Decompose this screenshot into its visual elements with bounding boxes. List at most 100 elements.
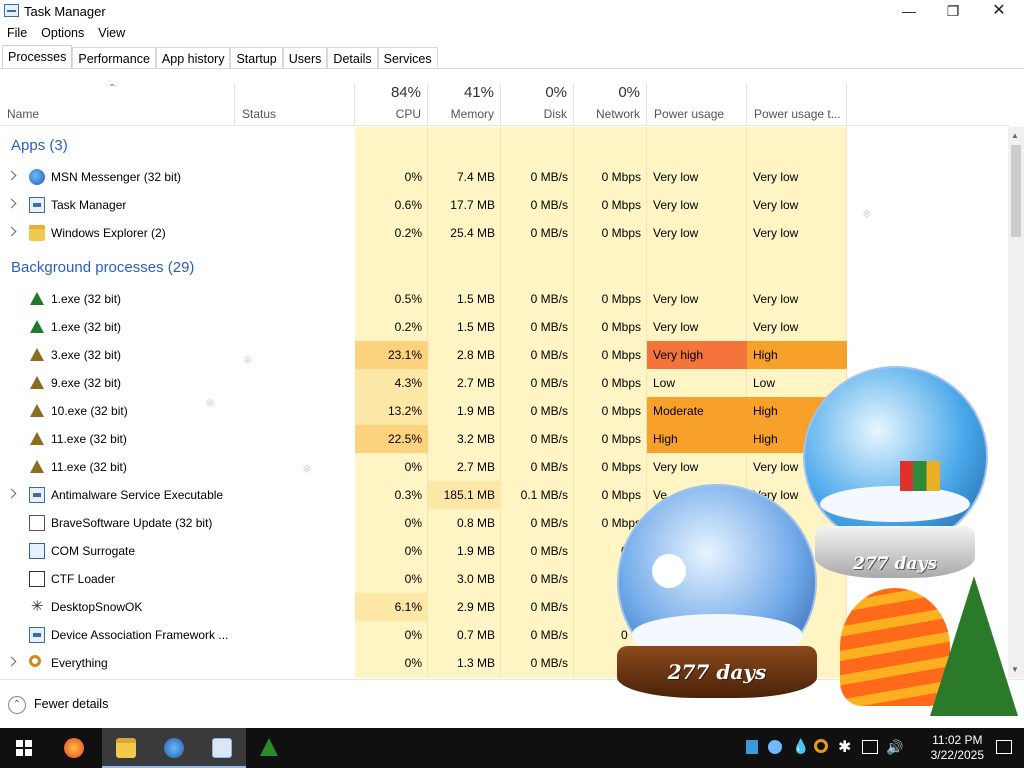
globe-snow-ground	[820, 486, 970, 522]
menu-bar: File Options View	[0, 24, 132, 42]
search-tray-icon[interactable]	[814, 739, 828, 753]
task-manager-window: Task Manager — ❐ ✕ File Options View Pro…	[0, 0, 1024, 742]
disk-value: 0 MB/s	[530, 376, 568, 390]
drop-icon[interactable]: 💧	[792, 738, 809, 755]
power-value: Very low	[653, 460, 699, 474]
process-name: 11.exe (32 bit)	[51, 432, 127, 446]
close-button[interactable]: ✕	[976, 0, 1022, 22]
taskbar-file-explorer[interactable]	[102, 728, 150, 768]
snowflake-icon: ❄	[302, 462, 313, 476]
taskbar-snow-app[interactable]	[246, 728, 294, 768]
tree-icon	[30, 320, 44, 333]
power-trend-value: Very low	[753, 170, 799, 184]
app-row[interactable]: MSN Messenger (32 bit) 0% 7.4 MB 0 MB/s 0 Mb…	[0, 163, 1008, 191]
expand-chevron-icon[interactable]	[6, 198, 17, 209]
scroll-up-icon[interactable]: ▲	[1011, 131, 1019, 140]
process-name: 3.exe (32 bit)	[51, 348, 122, 362]
process-name: Everything	[51, 656, 108, 670]
notification-icon[interactable]	[996, 740, 1012, 754]
msn-icon	[29, 169, 45, 185]
expand-chevron-icon[interactable]	[6, 170, 17, 181]
cpu-value: 0%	[404, 572, 422, 586]
tab-divider	[0, 68, 1024, 69]
app-row[interactable]: Windows Explorer (2) 0.2% 25.4 MB 0 MB/s 0 M…	[0, 219, 1008, 247]
tab-services[interactable]: Services	[377, 47, 438, 69]
task-manager-icon	[29, 197, 45, 213]
menu-file[interactable]: File	[0, 24, 34, 42]
menu-options[interactable]: Options	[34, 24, 91, 42]
group-background[interactable]: Background processes (29)	[0, 255, 1008, 283]
app-row[interactable]: Task Manager 0.6% 17.7 MB 0 MB/s 0 Mbps Very …	[0, 191, 1008, 219]
scrollbar-thumb[interactable]	[1011, 145, 1021, 237]
disk-value: 0 MB/s	[530, 170, 568, 184]
column-power-usage[interactable]: Power usage	[647, 83, 747, 126]
folder-icon	[116, 738, 136, 758]
column-cpu[interactable]: 84% CPU	[355, 83, 428, 126]
fewer-details-link[interactable]: Fewer details	[34, 697, 108, 711]
network-value: 0 Mbps	[601, 348, 641, 362]
cpu-value: 0.2%	[394, 320, 422, 334]
group-background-label: Background processes (29)	[11, 259, 195, 276]
process-name: BraveSoftware Update (32 bit)	[51, 516, 213, 530]
cpu-value: 0.2%	[394, 226, 422, 240]
expand-chevron-icon[interactable]	[6, 656, 17, 667]
column-power-label: Power usage	[654, 107, 725, 121]
column-status[interactable]: Status	[235, 83, 355, 126]
tree-icon	[30, 460, 44, 473]
process-row[interactable]: 1.exe (32 bit) 0.5% 1.5 MB 0 MB/s 0 Mbps Very…	[0, 285, 1008, 313]
tab-app-history[interactable]: App history	[155, 47, 231, 69]
taskbar-msn[interactable]	[150, 728, 198, 768]
column-memory[interactable]: 41% Memory	[428, 83, 501, 126]
christmas-tree-icon	[930, 576, 1018, 716]
tab-processes[interactable]: Processes	[2, 45, 73, 69]
tab-startup[interactable]: Startup	[230, 47, 283, 69]
memory-value: 2.7 MB	[456, 460, 495, 474]
tree-icon	[30, 348, 44, 361]
process-name: MSN Messenger (32 bit)	[51, 170, 182, 184]
process-row[interactable]: 3.exe (32 bit) 23.1% 2.8 MB 0 MB/s 0 Mbps Ver…	[0, 341, 1008, 369]
memory-value: 7.4 MB	[456, 170, 495, 184]
cpu-value: 0.6%	[394, 198, 422, 212]
minimize-button[interactable]: —	[886, 0, 932, 22]
expand-chevron-icon[interactable]	[6, 226, 17, 237]
column-memory-label: Memory	[450, 107, 494, 121]
column-disk[interactable]: 0% Disk	[501, 83, 574, 126]
start-button[interactable]	[0, 728, 48, 768]
taskbar-firefox[interactable]	[50, 728, 98, 768]
menu-view[interactable]: View	[91, 24, 132, 42]
msn-tray-icon[interactable]	[768, 740, 782, 754]
snowflake-tray-icon[interactable]: ✱	[838, 737, 851, 757]
taskbar-clock[interactable]: 11:02 PM 3/22/2025	[931, 733, 984, 763]
column-power-trend[interactable]: Power usage t...	[747, 83, 847, 126]
column-network[interactable]: 0% Network	[574, 83, 647, 126]
search-icon	[29, 655, 41, 667]
tab-performance[interactable]: Performance	[72, 47, 156, 69]
network-value: 0 Mbps	[601, 376, 641, 390]
process-row[interactable]: 1.exe (32 bit) 0.2% 1.5 MB 0 MB/s 0 Mbps Very…	[0, 313, 1008, 341]
network-icon[interactable]	[862, 740, 878, 754]
column-name[interactable]: ⌃ Name	[0, 83, 235, 126]
process-name: DesktopSnowOK	[51, 600, 143, 614]
gifts-icon	[900, 461, 940, 491]
process-name: 10.exe (32 bit)	[51, 404, 128, 418]
snowflake-icon: ❄	[205, 396, 216, 410]
process-name: 9.exe (32 bit)	[51, 376, 122, 390]
tab-users[interactable]: Users	[282, 47, 328, 69]
group-apps[interactable]: Apps (3)	[0, 133, 1008, 161]
network-value: 0 Mbps	[601, 432, 641, 446]
network-value: 0 Mbps	[601, 320, 641, 334]
expand-chevron-icon[interactable]	[6, 488, 17, 499]
disk-value: 0 MB/s	[530, 320, 568, 334]
disk-value: 0 MB/s	[530, 460, 568, 474]
network-value: 0 Mbps	[601, 460, 641, 474]
tab-details[interactable]: Details	[327, 47, 378, 69]
restore-button[interactable]: ❐	[930, 0, 976, 22]
collapse-icon[interactable]: ⌃	[8, 696, 26, 714]
memory-value: 3.0 MB	[456, 572, 495, 586]
tray-app-icon[interactable]	[746, 740, 758, 754]
taskbar-task-manager[interactable]	[198, 728, 246, 768]
network-value: 0 Mbps	[601, 292, 641, 306]
power-value: Very low	[653, 226, 699, 240]
disk-value: 0 MB/s	[530, 656, 568, 670]
volume-icon[interactable]: 🔊	[886, 739, 903, 756]
